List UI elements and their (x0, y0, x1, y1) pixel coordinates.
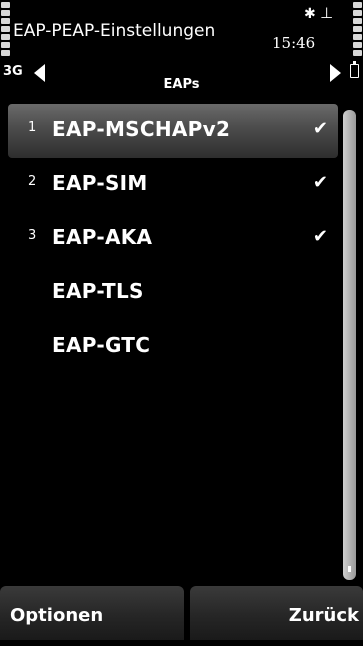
checkmark-icon: ✔ (312, 172, 328, 193)
item-label: EAP-TLS (52, 279, 144, 303)
tab-title: EAPs (163, 77, 200, 92)
scrollbar[interactable] (343, 110, 356, 580)
list-item-eap-sim[interactable]: 2 EAP-SIM ✔ (8, 158, 338, 212)
item-label: EAP-SIM (52, 171, 148, 195)
options-button[interactable]: Optionen (0, 586, 184, 640)
eap-list: 1 EAP-MSCHAPv2 ✔ 2 EAP-SIM ✔ 3 EAP-AKA ✔… (8, 104, 338, 584)
list-item-eap-aka[interactable]: 3 EAP-AKA ✔ (8, 212, 338, 266)
list-item-eap-tls[interactable]: EAP-TLS (8, 266, 338, 320)
status-bar: EAP-PEAP-Einstellungen ✱ ⊥ 15:46 (0, 0, 363, 64)
item-label: EAP-AKA (52, 225, 153, 249)
item-priority-number: 1 (28, 120, 37, 135)
clock: 15:46 (272, 34, 316, 52)
checkmark-icon: ✔ (312, 226, 328, 247)
item-label: EAP-MSCHAPv2 (52, 117, 231, 141)
item-priority-number: 2 (28, 174, 37, 189)
signal-strength-icon (1, 2, 10, 58)
softkey-bar: Optionen Zurück (0, 586, 363, 640)
item-label: EAP-GTC (52, 333, 151, 357)
tab-next-arrow-icon[interactable] (330, 64, 341, 82)
page-title: EAP-PEAP-Einstellungen (13, 21, 216, 41)
list-item-eap-mschapv2[interactable]: 1 EAP-MSCHAPv2 ✔ (8, 104, 338, 158)
list-item-eap-gtc[interactable]: EAP-GTC (8, 320, 338, 374)
antenna-icon: ⊥ (320, 4, 334, 22)
item-priority-number: 3 (28, 228, 37, 243)
battery-level-icon (353, 2, 362, 58)
checkmark-icon: ✔ (312, 118, 328, 139)
bluetooth-icon: ✱ (304, 6, 316, 22)
battery-icon (350, 61, 359, 78)
back-button[interactable]: Zurück (190, 586, 363, 640)
